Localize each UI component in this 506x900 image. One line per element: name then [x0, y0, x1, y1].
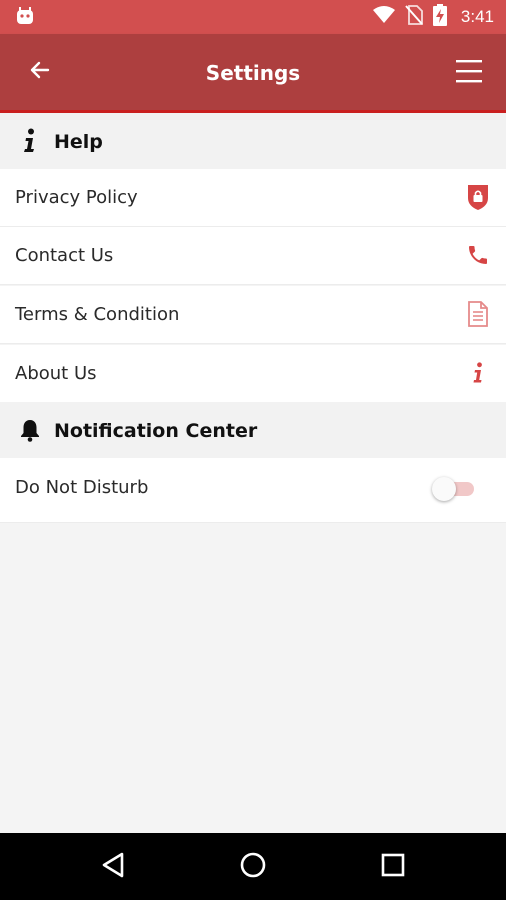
- menu-button[interactable]: [454, 57, 484, 87]
- battery-charging-icon: [432, 4, 447, 30]
- info-icon: [16, 126, 44, 156]
- triangle-back-icon: [100, 851, 126, 883]
- shield-lock-icon: [464, 183, 492, 211]
- terms-condition-row[interactable]: Terms & Condition: [0, 286, 506, 344]
- notification-section-header: Notification Center: [0, 402, 506, 458]
- privacy-policy-label: Privacy Policy: [15, 187, 138, 208]
- info-icon: [464, 359, 492, 387]
- status-time: 3:41: [460, 7, 494, 26]
- android-robot-icon: [15, 6, 35, 30]
- nav-home-button[interactable]: [235, 849, 271, 885]
- bell-icon: [16, 415, 44, 445]
- page-title: Settings: [205, 61, 301, 85]
- do-not-disturb-label: Do Not Disturb: [15, 477, 149, 498]
- circle-home-icon: [239, 851, 267, 883]
- hamburger-menu-icon: [454, 60, 484, 89]
- privacy-policy-row[interactable]: Privacy Policy: [0, 169, 506, 227]
- contact-us-label: Contact Us: [15, 245, 114, 266]
- contact-us-row[interactable]: Contact Us: [0, 227, 506, 285]
- about-us-row[interactable]: About Us: [0, 345, 506, 403]
- do-not-disturb-toggle[interactable]: [432, 477, 478, 501]
- notification-section-title: Notification Center: [54, 420, 258, 442]
- nav-back-button[interactable]: [95, 849, 131, 885]
- status-bar: 3:41: [0, 0, 506, 34]
- phone-icon: [464, 241, 492, 269]
- system-navigation-bar: [0, 833, 506, 900]
- about-us-label: About Us: [15, 363, 97, 384]
- no-sim-icon: [405, 5, 423, 29]
- toggle-thumb: [432, 477, 456, 501]
- square-recents-icon: [380, 852, 406, 882]
- do-not-disturb-row: Do Not Disturb: [0, 458, 506, 523]
- help-section-header: Help: [0, 113, 506, 169]
- app-bar: Settings: [0, 34, 506, 113]
- document-icon: [464, 300, 492, 328]
- terms-condition-label: Terms & Condition: [15, 304, 180, 325]
- wifi-icon: [372, 6, 395, 28]
- help-section-title: Help: [54, 131, 103, 153]
- nav-recents-button[interactable]: [375, 849, 411, 885]
